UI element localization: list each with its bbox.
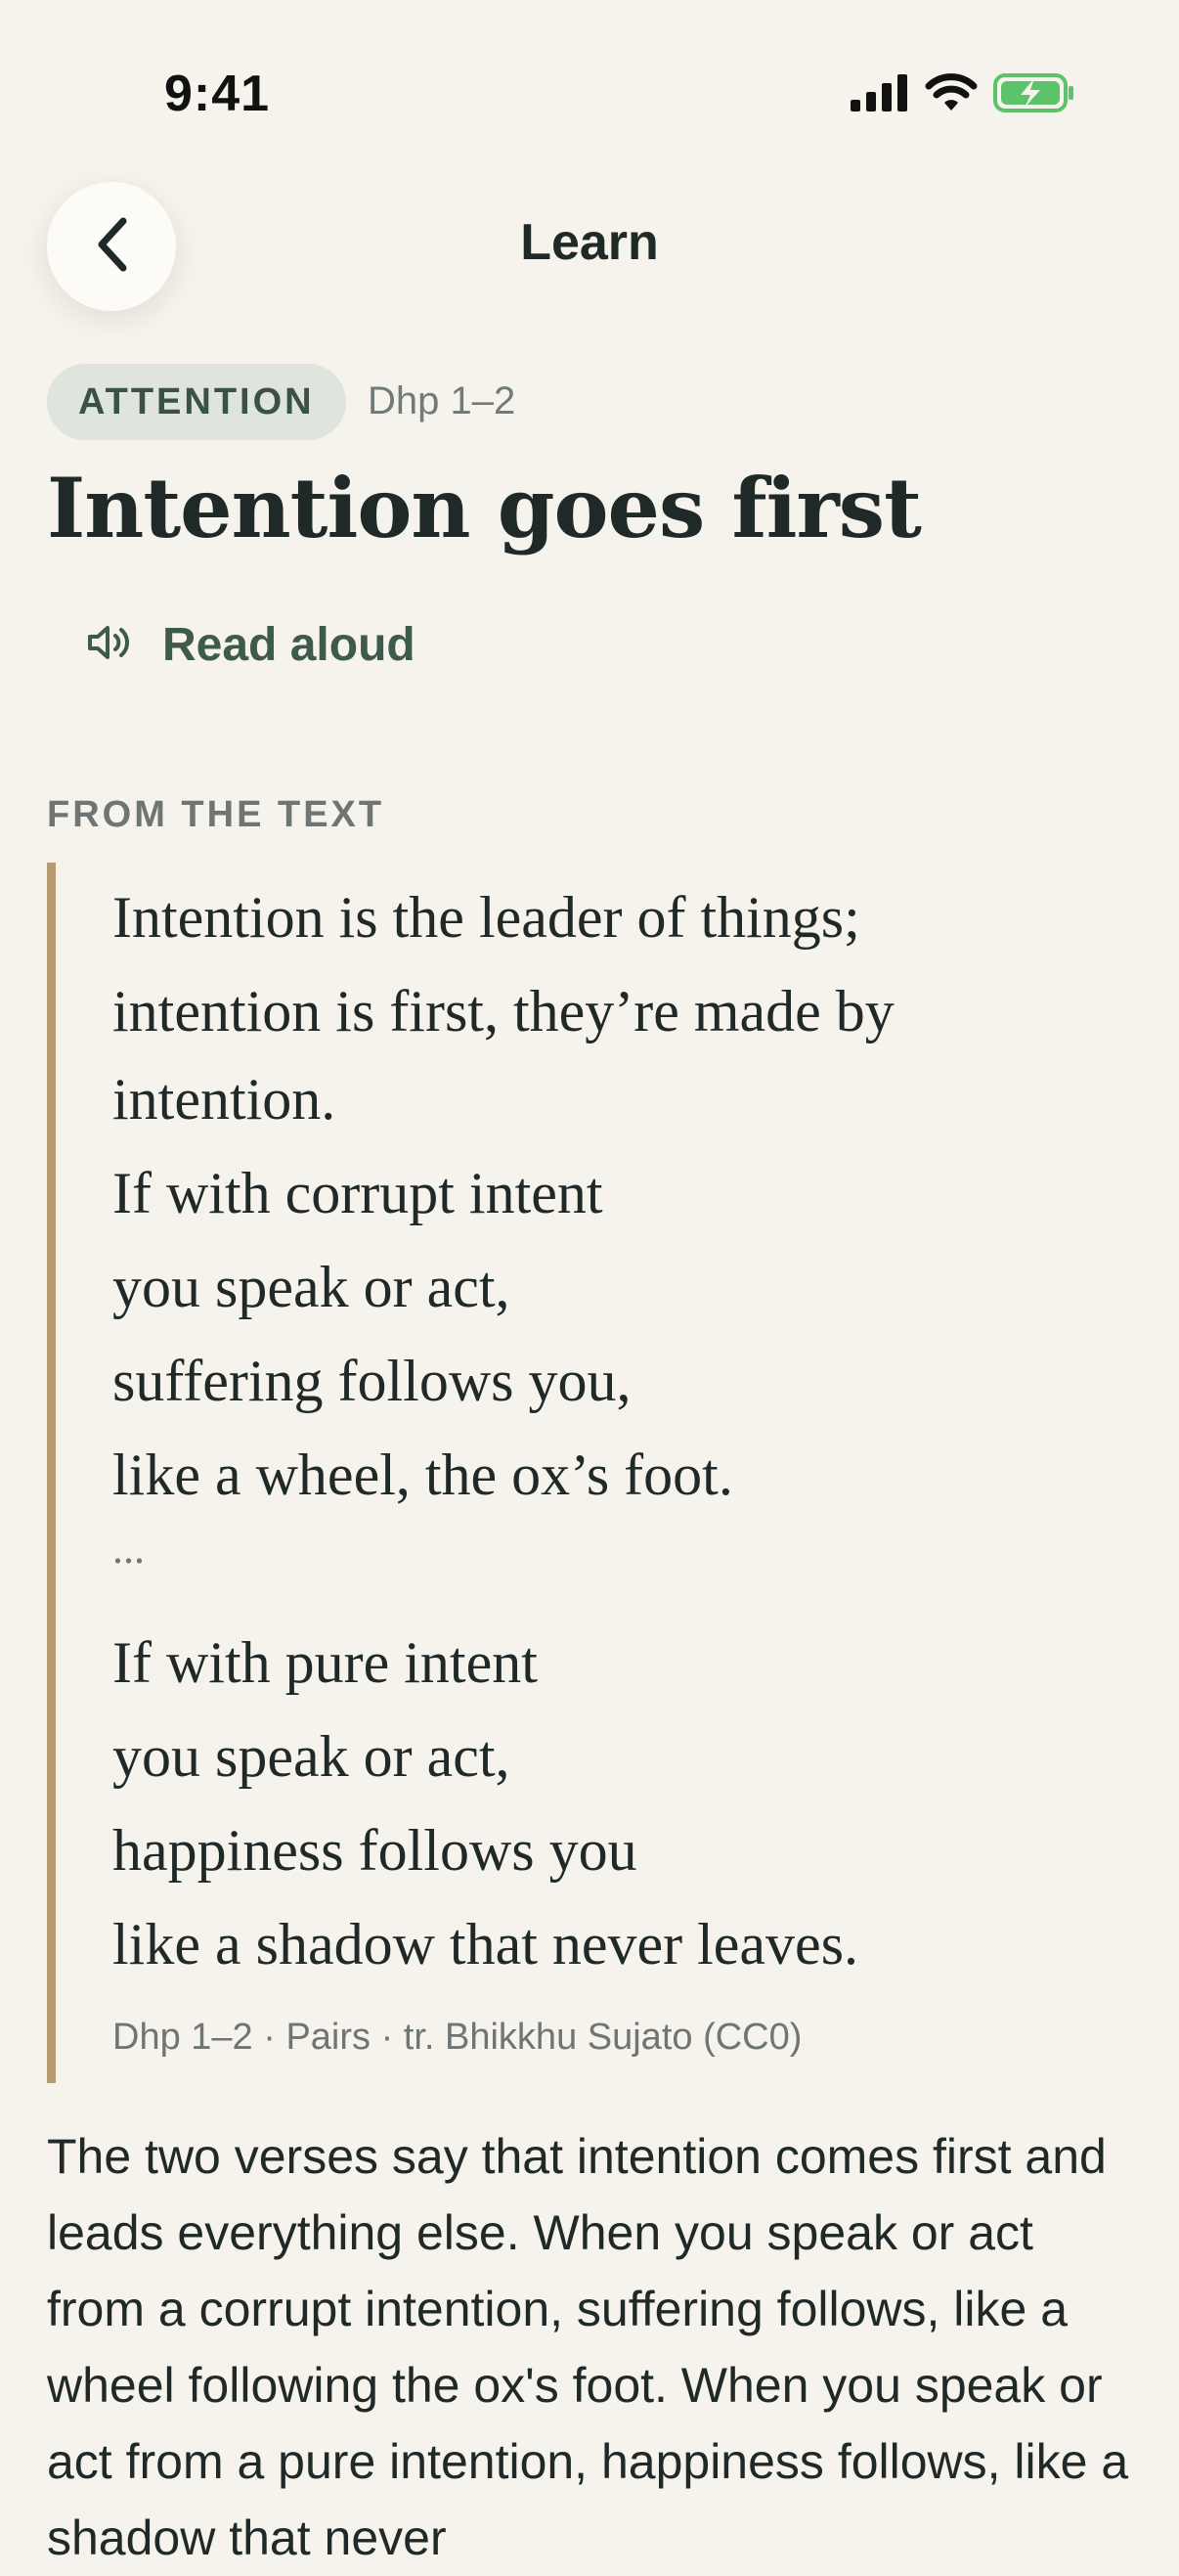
status-icons: [851, 72, 1075, 118]
read-aloud-label: Read aloud: [162, 619, 415, 671]
verse-line: you speak or act,: [112, 1724, 510, 1789]
verse-ellipsis: ...: [112, 1525, 145, 1573]
verse-line: suffering follows you,: [112, 1349, 632, 1413]
verse-line: like a wheel, the ox’s foot.: [112, 1443, 733, 1507]
status-bar: 9:41: [0, 0, 1179, 186]
battery-charging-icon: [993, 72, 1075, 118]
verse-citation: Dhp 1–2 · Pairs · tr. Bhikkhu Sujato (CC…: [112, 2017, 803, 2058]
status-time: 9:41: [164, 66, 271, 122]
verse-line: intention.: [112, 1067, 336, 1132]
verse-line: you speak or act,: [112, 1255, 510, 1319]
lesson-title: Intention goes first: [47, 460, 922, 556]
read-aloud-button[interactable]: Read aloud: [86, 618, 415, 672]
category-tag: ATTENTION: [47, 364, 346, 440]
section-label: FROM THE TEXT: [47, 794, 385, 835]
verse-line: If with pure intent: [112, 1630, 538, 1695]
verse-line: like a shadow that never leaves.: [112, 1912, 859, 1976]
speaker-icon: [86, 623, 135, 667]
explanation-text: The two verses say that intention comes …: [47, 2129, 1129, 2565]
verse-line: Intention is the leader of things;: [112, 885, 860, 950]
verse-quote: Intention is the leader of things; inten…: [47, 863, 1132, 2083]
page-title: Learn: [520, 214, 659, 271]
cellular-signal-icon: [851, 74, 909, 116]
verse-line: intention is first, they’re made by: [112, 979, 895, 1044]
wifi-icon: [925, 73, 978, 117]
verse-reference: Dhp 1–2: [368, 379, 516, 422]
verse-line: If with corrupt intent: [112, 1161, 603, 1225]
verse-line: happiness follows you: [112, 1818, 637, 1883]
